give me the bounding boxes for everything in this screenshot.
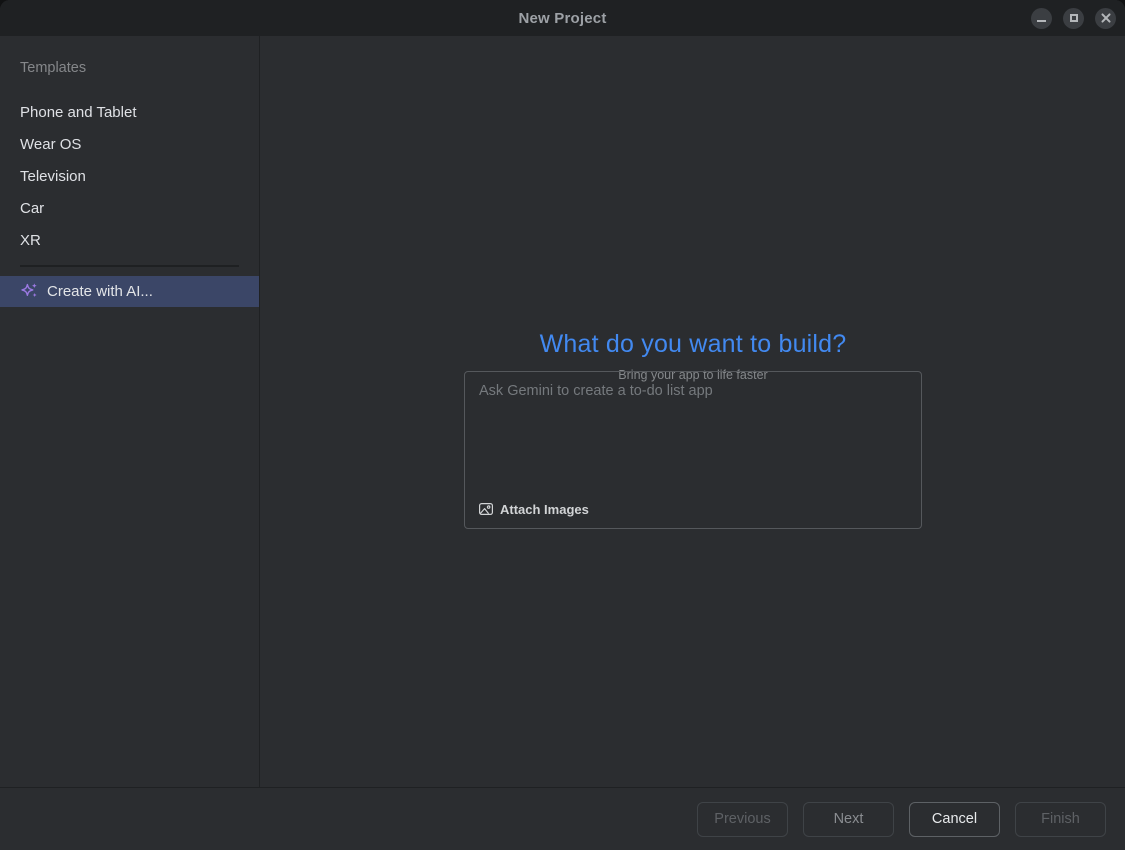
prompt-box: Attach Images xyxy=(464,371,922,529)
window-title: New Project xyxy=(518,10,606,27)
minimize-icon xyxy=(1037,20,1046,22)
attach-images-label: Attach Images xyxy=(500,502,589,517)
previous-button[interactable]: Previous xyxy=(697,802,788,837)
close-button[interactable] xyxy=(1095,8,1116,29)
wizard-footer: Previous Next Cancel Finish xyxy=(0,787,1125,850)
sidebar-item-phone-and-tablet[interactable]: Phone and Tablet xyxy=(0,97,259,129)
gemini-sparkle-icon xyxy=(20,282,39,301)
gemini-prompt-input[interactable] xyxy=(465,372,921,480)
finish-button[interactable]: Finish xyxy=(1015,802,1106,837)
sidebar-item-label: Create with AI... xyxy=(47,283,153,300)
template-list: Phone and Tablet Wear OS Television Car … xyxy=(0,97,259,257)
page-title: What do you want to build? xyxy=(261,330,1125,359)
sidebar-item-xr[interactable]: XR xyxy=(0,225,259,257)
sidebar-item-car[interactable]: Car xyxy=(0,193,259,225)
window-controls xyxy=(1031,0,1116,36)
sidebar-divider xyxy=(20,265,239,267)
image-icon xyxy=(478,501,494,517)
close-icon xyxy=(1101,13,1111,23)
sidebar-section-label: Templates xyxy=(20,60,259,76)
minimize-button[interactable] xyxy=(1031,8,1052,29)
cancel-button[interactable]: Cancel xyxy=(909,802,1000,837)
next-button[interactable]: Next xyxy=(803,802,894,837)
new-project-dialog: New Project Templates Phone and Tablet W… xyxy=(0,0,1125,850)
sidebar-item-wear-os[interactable]: Wear OS xyxy=(0,129,259,161)
attach-images-button[interactable]: Attach Images xyxy=(476,499,591,519)
main-panel: What do you want to build? Bring your ap… xyxy=(261,36,1125,787)
sidebar-item-television[interactable]: Television xyxy=(0,161,259,193)
templates-sidebar: Templates Phone and Tablet Wear OS Telev… xyxy=(0,36,260,787)
sidebar-item-create-with-ai[interactable]: Create with AI... xyxy=(0,276,259,307)
maximize-icon xyxy=(1070,14,1078,22)
maximize-button[interactable] xyxy=(1063,8,1084,29)
titlebar: New Project xyxy=(0,0,1125,36)
